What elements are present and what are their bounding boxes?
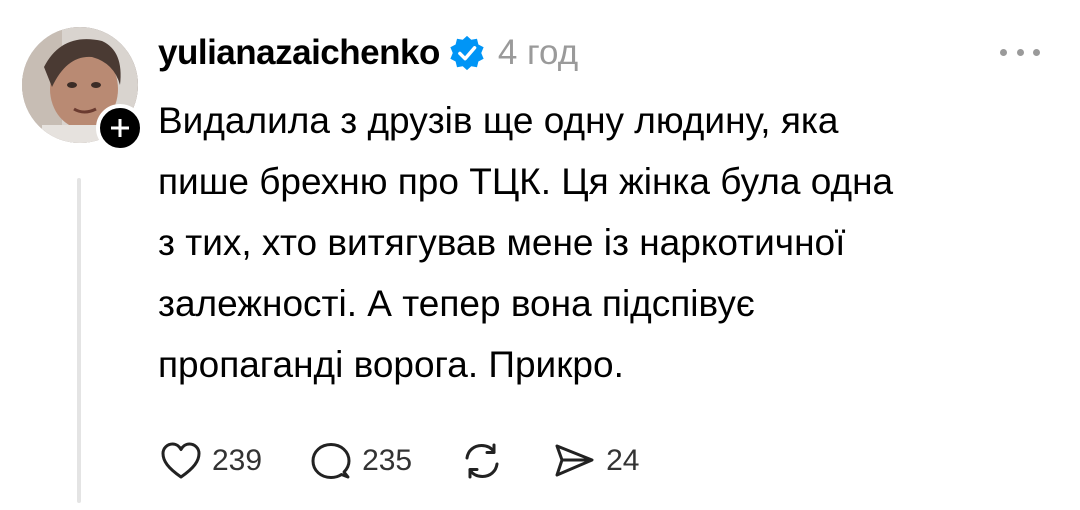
share-count: 24: [606, 444, 640, 477]
more-options-button[interactable]: [1000, 44, 1040, 60]
thread-line: [77, 178, 81, 503]
comment-icon: [311, 443, 351, 479]
follow-plus-button[interactable]: [96, 104, 144, 152]
post-header: yulianazaichenko 4 год: [158, 28, 578, 78]
plus-icon: [111, 119, 129, 137]
comment-count: 235: [362, 444, 413, 477]
post-timestamp: 4 год: [497, 33, 579, 72]
post-actions: 239 235 24: [160, 438, 688, 484]
thread-post: yulianazaichenko 4 год Видалила з друзів…: [0, 0, 1080, 510]
repost-icon: [465, 443, 499, 479]
share-button[interactable]: 24: [552, 441, 640, 481]
heart-icon: [161, 442, 201, 479]
share-icon: [555, 444, 594, 477]
post-text: Видалила з друзів ще одну людину, яка пи…: [158, 100, 894, 385]
like-count: 239: [212, 444, 263, 477]
repost-button[interactable]: [460, 441, 504, 481]
username[interactable]: yulianazaichenko: [158, 33, 440, 73]
like-button[interactable]: 239: [160, 441, 262, 481]
verified-icon: [450, 35, 484, 71]
comment-button[interactable]: 235: [310, 441, 412, 481]
more-icon: [1000, 48, 1007, 56]
